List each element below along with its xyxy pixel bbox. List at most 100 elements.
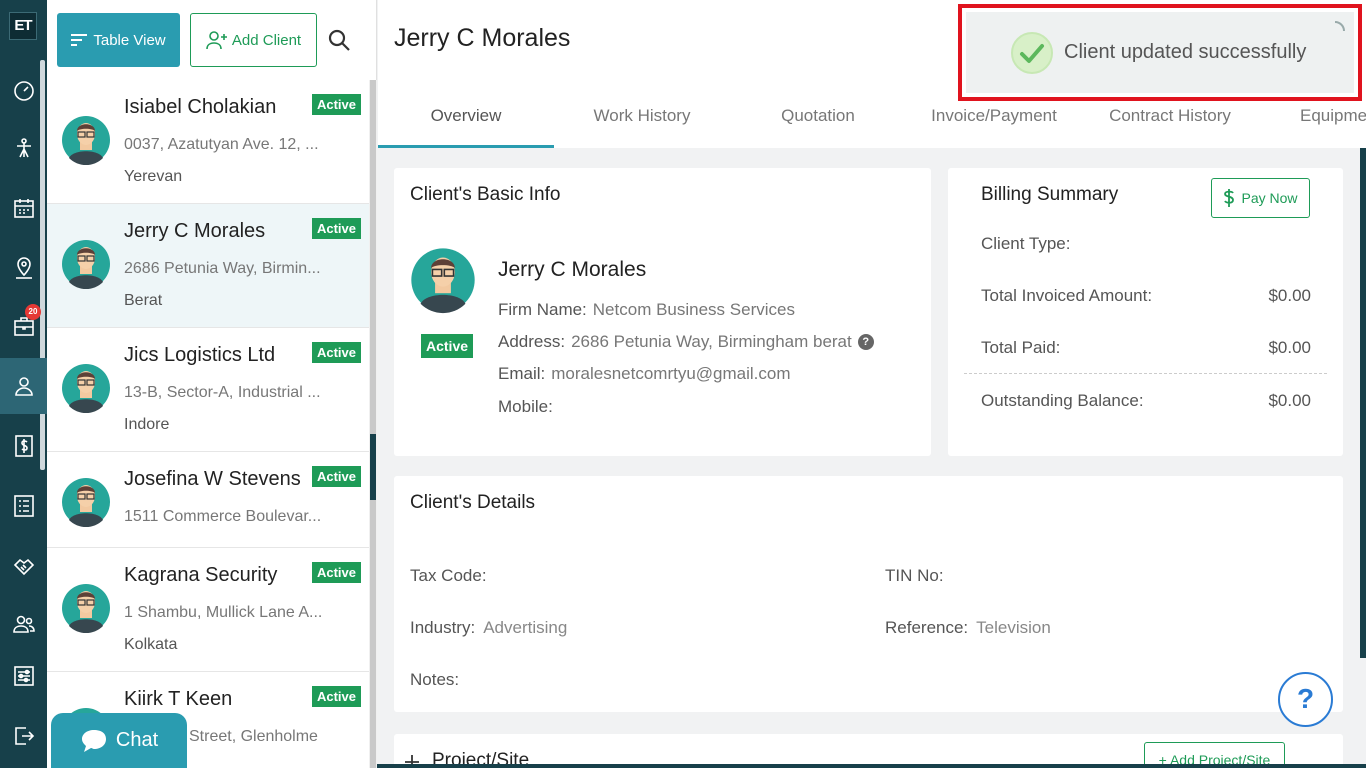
logout-icon[interactable]	[0, 708, 47, 764]
tin-row: TIN No:	[885, 566, 952, 586]
client-name: Jerry C Morales	[498, 258, 647, 281]
chat-button[interactable]: Chat	[51, 713, 187, 768]
scrollbar-track	[370, 80, 376, 768]
add-client-button[interactable]: Add Client	[190, 13, 317, 67]
table-view-button[interactable]: Table View	[57, 13, 180, 67]
briefcase-icon[interactable]	[0, 298, 47, 354]
mobile-row: Mobile:	[498, 397, 559, 417]
calendar-icon[interactable]	[0, 180, 47, 236]
email-row: Email: moralesnetcomrtyu@gmail.com	[498, 364, 791, 384]
client-list-item[interactable]: Kagrana Security 1 Shambu, Mullick Lane …	[47, 548, 369, 672]
tab-work-history[interactable]: Work History	[554, 92, 730, 148]
tin-label: TIN No:	[885, 566, 944, 585]
firm-name-row: Firm Name: Netcom Business Services	[498, 300, 795, 320]
client-list-panel: Table View Add Client Isiabel Cholakian …	[47, 0, 377, 768]
dashboard-icon[interactable]	[0, 62, 47, 118]
client-city: Berat	[124, 292, 163, 309]
client-address: Street, Glenholme	[189, 728, 318, 745]
pay-now-button[interactable]: Pay Now	[1211, 178, 1310, 218]
invoiced-value: $0.00	[1268, 286, 1311, 305]
firm-name-label: Firm Name:	[498, 300, 587, 319]
client-type-label: Client Type:	[981, 234, 1071, 253]
client-list-item[interactable]: Jics Logistics Ltd 13-B, Sector-A, Indus…	[47, 328, 369, 452]
funnel-icon[interactable]	[0, 120, 47, 176]
handshake-icon[interactable]	[0, 538, 47, 594]
industry-value: Advertising	[483, 618, 568, 637]
reference-row: Reference: Television	[885, 618, 1051, 638]
tax-code-row: Tax Code:	[410, 566, 495, 586]
status-badge: Active	[311, 342, 361, 363]
notes-row: Notes:	[410, 670, 467, 690]
billing-title: Billing Summary	[981, 184, 1119, 205]
chat-label: Chat	[115, 729, 159, 751]
toast-body: Client updated successfully	[966, 12, 1354, 93]
industry-row: Industry: Advertising	[410, 618, 567, 638]
tax-code-label: Tax Code:	[410, 566, 487, 585]
client-address: 1511 Commerce Boulevar...	[124, 508, 322, 525]
address-value: 2686 Petunia Way, Birmingham berat	[571, 332, 852, 351]
avatar	[411, 248, 475, 314]
avatar	[62, 240, 110, 290]
user-icon[interactable]	[0, 358, 47, 414]
client-address: 13-B, Sector-A, Industrial ...	[124, 384, 321, 401]
client-list-item[interactable]: Josefina W Stevens 1511 Commerce Bouleva…	[47, 452, 369, 548]
scrollbar-thumb[interactable]	[1360, 148, 1366, 658]
mobile-label: Mobile:	[498, 397, 553, 416]
address-row: Address: 2686 Petunia Way, Birmingham ber…	[498, 332, 874, 352]
success-toast: Client updated successfully	[958, 4, 1362, 101]
help-button[interactable]: ?	[1278, 672, 1333, 727]
client-list-item-selected[interactable]: Jerry C Morales 2686 Petunia Way, Birmin…	[47, 204, 369, 328]
client-address: 2686 Petunia Way, Birmin...	[124, 260, 321, 277]
client-list-scrollbar[interactable]	[369, 80, 377, 768]
main-content: Jerry C Morales Overview Work History Qu…	[378, 0, 1366, 768]
client-name: Kagrana Security	[124, 564, 278, 586]
scrollbar-thumb[interactable]	[370, 434, 376, 500]
icon-rail: ET 20	[0, 0, 47, 768]
tab-overview[interactable]: Overview	[378, 92, 554, 148]
table-view-label: Table View	[93, 31, 166, 49]
divider	[964, 373, 1327, 374]
notes-label: Notes:	[410, 670, 460, 689]
status-badge: Active	[311, 562, 361, 583]
client-city: Yerevan	[124, 168, 183, 185]
avatar	[62, 116, 110, 166]
client-city: Kolkata	[124, 636, 178, 653]
toast-message: Client updated successfully	[1064, 41, 1307, 63]
basic-info-title: Client's Basic Info	[410, 184, 561, 205]
map-pin-icon[interactable]	[0, 240, 47, 296]
help-circle-icon[interactable]: ?	[857, 334, 874, 350]
settings-icon[interactable]	[0, 648, 47, 704]
dollar-icon	[1224, 189, 1235, 207]
loading-spinner-icon	[1334, 21, 1345, 32]
client-details-card: Client's Details Tax Code: TIN No: Indus…	[394, 476, 1343, 712]
avatar	[62, 364, 110, 414]
project-site-card: Project/Site + Add Project/Site	[394, 734, 1343, 768]
add-user-icon	[206, 31, 227, 50]
tab-quotation[interactable]: Quotation	[730, 92, 906, 148]
client-address: 0037, Azatutyan Ave. 12, ...	[124, 136, 319, 153]
status-badge: Active	[311, 466, 361, 487]
list-icon[interactable]	[0, 478, 47, 534]
search-icon[interactable]	[327, 28, 351, 52]
paid-value: $0.00	[1268, 338, 1311, 357]
email-value: moralesnetcomrtyu@gmail.com	[551, 364, 791, 383]
client-name: Kiirk T Keen	[124, 688, 233, 710]
app-logo[interactable]: ET	[9, 12, 37, 40]
client-name: Josefina W Stevens	[124, 468, 301, 490]
avatar	[62, 478, 110, 528]
notification-badge: 20	[25, 304, 41, 320]
add-client-label: Add Client	[231, 31, 302, 49]
dollar-icon[interactable]	[0, 418, 47, 474]
client-name: Isiabel Cholakian	[124, 96, 277, 118]
client-list-item[interactable]: Isiabel Cholakian 0037, Azatutyan Ave. 1…	[47, 80, 369, 204]
team-icon[interactable]	[0, 596, 47, 652]
avatar	[62, 584, 110, 634]
email-label: Email:	[498, 364, 546, 383]
filter-lines-icon	[71, 34, 88, 46]
client-address: 1 Shambu, Mullick Lane A...	[124, 604, 323, 621]
details-title: Client's Details	[410, 492, 536, 513]
client-list: Isiabel Cholakian 0037, Azatutyan Ave. 1…	[47, 80, 369, 768]
status-badge: Active	[421, 334, 474, 358]
main-scrollbar[interactable]	[1359, 148, 1366, 768]
client-name: Jerry C Morales	[124, 220, 266, 242]
